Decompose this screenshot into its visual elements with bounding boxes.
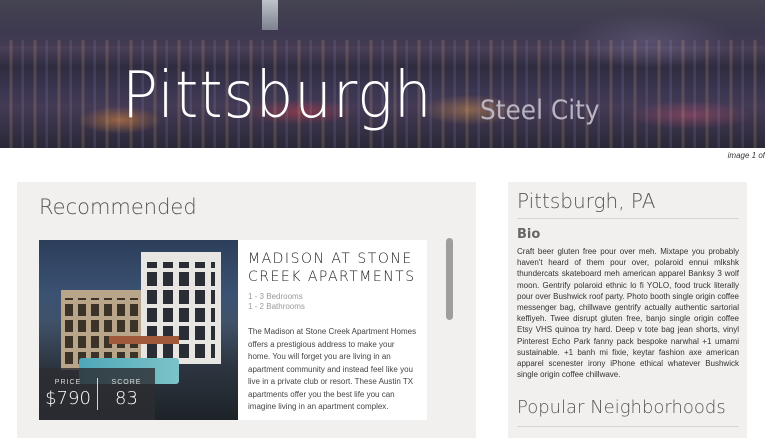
price-value: $790 bbox=[45, 388, 91, 409]
listing-description: The Madison at Stone Creek Apartment Hom… bbox=[248, 327, 417, 411]
listing-body: MADISON AT STONE CREEK APARTMENTS 1 - 3 … bbox=[238, 240, 427, 420]
city-info-title: Pittsburgh, PA bbox=[517, 189, 656, 213]
divider bbox=[517, 426, 739, 428]
city-title: Pittsburgh bbox=[122, 59, 433, 133]
listing-photo: PRICE $790 SCORE 83 bbox=[39, 240, 238, 420]
recommended-panel: Recommended PRICE $790 SCORE 83 MADISON … bbox=[17, 182, 476, 438]
listing-card[interactable]: PRICE $790 SCORE 83 MADISON AT STONE CRE… bbox=[39, 240, 427, 420]
score-label: SCORE bbox=[111, 379, 142, 386]
bio-heading: Bio bbox=[517, 227, 541, 242]
hero-tower bbox=[262, 0, 278, 30]
bio-text: Craft beer gluten free pour over meh. Mi… bbox=[517, 247, 739, 380]
price-stat: PRICE $790 bbox=[39, 378, 97, 410]
city-info-panel: Pittsburgh, PA Bio Craft beer gluten fre… bbox=[508, 182, 747, 438]
price-score-box: PRICE $790 SCORE 83 bbox=[39, 368, 155, 420]
popular-neighborhoods-heading: Popular Neighborhoods bbox=[517, 397, 726, 419]
score-stat: SCORE 83 bbox=[97, 378, 155, 410]
price-label: PRICE bbox=[54, 379, 82, 386]
recommended-heading: Recommended bbox=[39, 195, 197, 219]
hero-banner: Pittsburgh Steel City bbox=[0, 0, 765, 148]
photo-pergola bbox=[109, 336, 179, 344]
divider bbox=[517, 218, 739, 219]
image-counter: image 1 of bbox=[727, 151, 765, 160]
recommended-scrollbar[interactable] bbox=[446, 238, 453, 320]
city-nickname: Steel City bbox=[480, 95, 600, 126]
photo-building-right bbox=[141, 252, 221, 364]
listing-bathrooms: 1 - 2 Bathrooms bbox=[248, 302, 305, 311]
listing-bedrooms: 1 - 3 Bedrooms bbox=[248, 292, 303, 301]
listing-name[interactable]: MADISON AT STONE CREEK APARTMENTS bbox=[248, 250, 419, 286]
score-value: 83 bbox=[115, 388, 138, 409]
